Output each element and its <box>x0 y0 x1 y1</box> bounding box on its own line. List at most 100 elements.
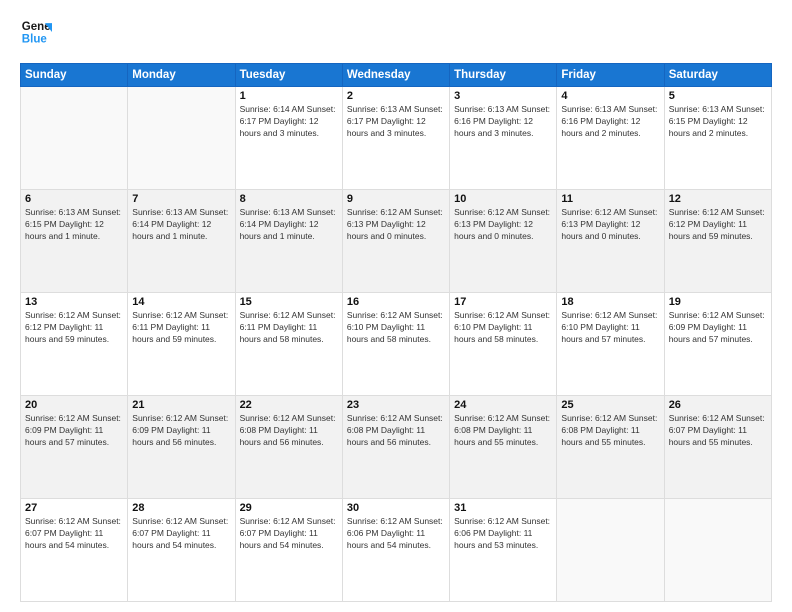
day-info: Sunrise: 6:12 AM Sunset: 6:07 PM Dayligh… <box>25 516 123 552</box>
day-info: Sunrise: 6:12 AM Sunset: 6:09 PM Dayligh… <box>132 413 230 449</box>
day-cell: 15Sunrise: 6:12 AM Sunset: 6:11 PM Dayli… <box>235 293 342 396</box>
weekday-header: Thursday <box>450 64 557 87</box>
day-info: Sunrise: 6:12 AM Sunset: 6:08 PM Dayligh… <box>561 413 659 449</box>
weekday-header: Sunday <box>21 64 128 87</box>
day-number: 4 <box>561 90 659 102</box>
day-info: Sunrise: 6:14 AM Sunset: 6:17 PM Dayligh… <box>240 104 338 140</box>
day-number: 27 <box>25 502 123 514</box>
empty-cell <box>128 87 235 190</box>
day-info: Sunrise: 6:12 AM Sunset: 6:08 PM Dayligh… <box>240 413 338 449</box>
day-cell: 9Sunrise: 6:12 AM Sunset: 6:13 PM Daylig… <box>342 190 449 293</box>
day-cell: 25 Sunrise: 6:12 AM Sunset: 6:08 PM Dayli… <box>557 396 664 499</box>
day-cell: 18 Sunrise: 6:12 AM Sunset: 6:10 PM Dayli… <box>557 293 664 396</box>
day-info: Sunrise: 6:12 AM Sunset: 6:10 PM Dayligh… <box>454 310 552 346</box>
day-number: 30 <box>347 502 445 514</box>
day-info: Sunrise: 6:12 AM Sunset: 6:12 PM Dayligh… <box>25 310 123 346</box>
day-info: Sunrise: 6:12 AM Sunset: 6:07 PM Dayligh… <box>669 413 767 449</box>
weekday-header: Tuesday <box>235 64 342 87</box>
day-number: 10 <box>454 193 552 205</box>
day-info: Sunrise: 6:12 AM Sunset: 6:09 PM Dayligh… <box>669 310 767 346</box>
logo: General Blue <box>20 16 52 53</box>
weekday-header: Monday <box>128 64 235 87</box>
day-number: 3 <box>454 90 552 102</box>
day-info: Sunrise: 6:12 AM Sunset: 6:12 PM Dayligh… <box>669 207 767 243</box>
day-info: Sunrise: 6:12 AM Sunset: 6:06 PM Dayligh… <box>347 516 445 552</box>
day-info: Sunrise: 6:12 AM Sunset: 6:08 PM Dayligh… <box>347 413 445 449</box>
day-cell: 10 Sunrise: 6:12 AM Sunset: 6:13 PM Dayli… <box>450 190 557 293</box>
day-cell: 26Sunrise: 6:12 AM Sunset: 6:07 PM Dayli… <box>664 396 771 499</box>
day-number: 11 <box>561 193 659 205</box>
weekday-header: Wednesday <box>342 64 449 87</box>
day-cell: 20 Sunrise: 6:12 AM Sunset: 6:09 PM Dayli… <box>21 396 128 499</box>
day-number: 6 <box>25 193 123 205</box>
day-number: 19 <box>669 296 767 308</box>
day-number: 12 <box>669 193 767 205</box>
day-number: 2 <box>347 90 445 102</box>
day-info: Sunrise: 6:12 AM Sunset: 6:08 PM Dayligh… <box>454 413 552 449</box>
day-cell: 31 Sunrise: 6:12 AM Sunset: 6:06 PM Dayli… <box>450 499 557 602</box>
day-info: Sunrise: 6:12 AM Sunset: 6:11 PM Dayligh… <box>132 310 230 346</box>
day-cell: 17 Sunrise: 6:12 AM Sunset: 6:10 PM Dayli… <box>450 293 557 396</box>
header: General Blue <box>20 16 772 53</box>
logo-icon: General Blue <box>20 16 52 53</box>
day-number: 16 <box>347 296 445 308</box>
day-number: 20 <box>25 399 123 411</box>
day-cell: 24Sunrise: 6:12 AM Sunset: 6:08 PM Dayli… <box>450 396 557 499</box>
empty-cell <box>557 499 664 602</box>
day-info: Sunrise: 6:13 AM Sunset: 6:15 PM Dayligh… <box>669 104 767 140</box>
day-number: 18 <box>561 296 659 308</box>
day-cell: 11Sunrise: 6:12 AM Sunset: 6:13 PM Dayli… <box>557 190 664 293</box>
empty-cell <box>664 499 771 602</box>
day-info: Sunrise: 6:12 AM Sunset: 6:07 PM Dayligh… <box>132 516 230 552</box>
day-cell: 3 Sunrise: 6:13 AM Sunset: 6:16 PM Daylig… <box>450 87 557 190</box>
day-number: 1 <box>240 90 338 102</box>
day-cell: 28 Sunrise: 6:12 AM Sunset: 6:07 PM Dayli… <box>128 499 235 602</box>
day-cell: 19 Sunrise: 6:12 AM Sunset: 6:09 PM Dayli… <box>664 293 771 396</box>
day-info: Sunrise: 6:13 AM Sunset: 6:14 PM Dayligh… <box>132 207 230 243</box>
day-info: Sunrise: 6:13 AM Sunset: 6:16 PM Dayligh… <box>454 104 552 140</box>
day-info: Sunrise: 6:12 AM Sunset: 6:10 PM Dayligh… <box>347 310 445 346</box>
day-number: 17 <box>454 296 552 308</box>
day-info: Sunrise: 6:13 AM Sunset: 6:15 PM Dayligh… <box>25 207 123 243</box>
day-number: 23 <box>347 399 445 411</box>
day-cell: 7Sunrise: 6:13 AM Sunset: 6:14 PM Daylig… <box>128 190 235 293</box>
svg-text:Blue: Blue <box>22 34 48 46</box>
weekday-header: Friday <box>557 64 664 87</box>
day-info: Sunrise: 6:12 AM Sunset: 6:06 PM Dayligh… <box>454 516 552 552</box>
day-number: 21 <box>132 399 230 411</box>
day-number: 5 <box>669 90 767 102</box>
day-cell: 4 Sunrise: 6:13 AM Sunset: 6:16 PM Daylig… <box>557 87 664 190</box>
day-cell: 16 Sunrise: 6:12 AM Sunset: 6:10 PM Dayli… <box>342 293 449 396</box>
day-number: 8 <box>240 193 338 205</box>
day-cell: 21 Sunrise: 6:12 AM Sunset: 6:09 PM Dayli… <box>128 396 235 499</box>
weekday-header: Saturday <box>664 64 771 87</box>
day-info: Sunrise: 6:12 AM Sunset: 6:07 PM Dayligh… <box>240 516 338 552</box>
day-info: Sunrise: 6:12 AM Sunset: 6:13 PM Dayligh… <box>454 207 552 243</box>
day-cell: 23 Sunrise: 6:12 AM Sunset: 6:08 PM Dayli… <box>342 396 449 499</box>
day-cell: 8 Sunrise: 6:13 AM Sunset: 6:14 PM Daylig… <box>235 190 342 293</box>
day-cell: 29 Sunrise: 6:12 AM Sunset: 6:07 PM Dayli… <box>235 499 342 602</box>
day-cell: 27 Sunrise: 6:12 AM Sunset: 6:07 PM Dayli… <box>21 499 128 602</box>
day-number: 9 <box>347 193 445 205</box>
day-number: 25 <box>561 399 659 411</box>
day-info: Sunrise: 6:12 AM Sunset: 6:09 PM Dayligh… <box>25 413 123 449</box>
empty-cell <box>21 87 128 190</box>
calendar-table: SundayMondayTuesdayWednesdayThursdayFrid… <box>20 63 772 602</box>
day-number: 14 <box>132 296 230 308</box>
day-cell: 6 Sunrise: 6:13 AM Sunset: 6:15 PM Daylig… <box>21 190 128 293</box>
svg-text:General: General <box>22 21 52 33</box>
day-number: 13 <box>25 296 123 308</box>
day-number: 28 <box>132 502 230 514</box>
day-cell: 1 Sunrise: 6:14 AM Sunset: 6:17 PM Daylig… <box>235 87 342 190</box>
day-cell: 14 Sunrise: 6:12 AM Sunset: 6:11 PM Dayli… <box>128 293 235 396</box>
day-info: Sunrise: 6:13 AM Sunset: 6:16 PM Dayligh… <box>561 104 659 140</box>
day-info: Sunrise: 6:12 AM Sunset: 6:10 PM Dayligh… <box>561 310 659 346</box>
day-cell: 5 Sunrise: 6:13 AM Sunset: 6:15 PM Daylig… <box>664 87 771 190</box>
day-cell: 30 Sunrise: 6:12 AM Sunset: 6:06 PM Dayli… <box>342 499 449 602</box>
day-number: 22 <box>240 399 338 411</box>
day-info: Sunrise: 6:13 AM Sunset: 6:14 PM Dayligh… <box>240 207 338 243</box>
day-cell: 13 Sunrise: 6:12 AM Sunset: 6:12 PM Dayli… <box>21 293 128 396</box>
day-number: 31 <box>454 502 552 514</box>
day-number: 29 <box>240 502 338 514</box>
day-info: Sunrise: 6:13 AM Sunset: 6:17 PM Dayligh… <box>347 104 445 140</box>
